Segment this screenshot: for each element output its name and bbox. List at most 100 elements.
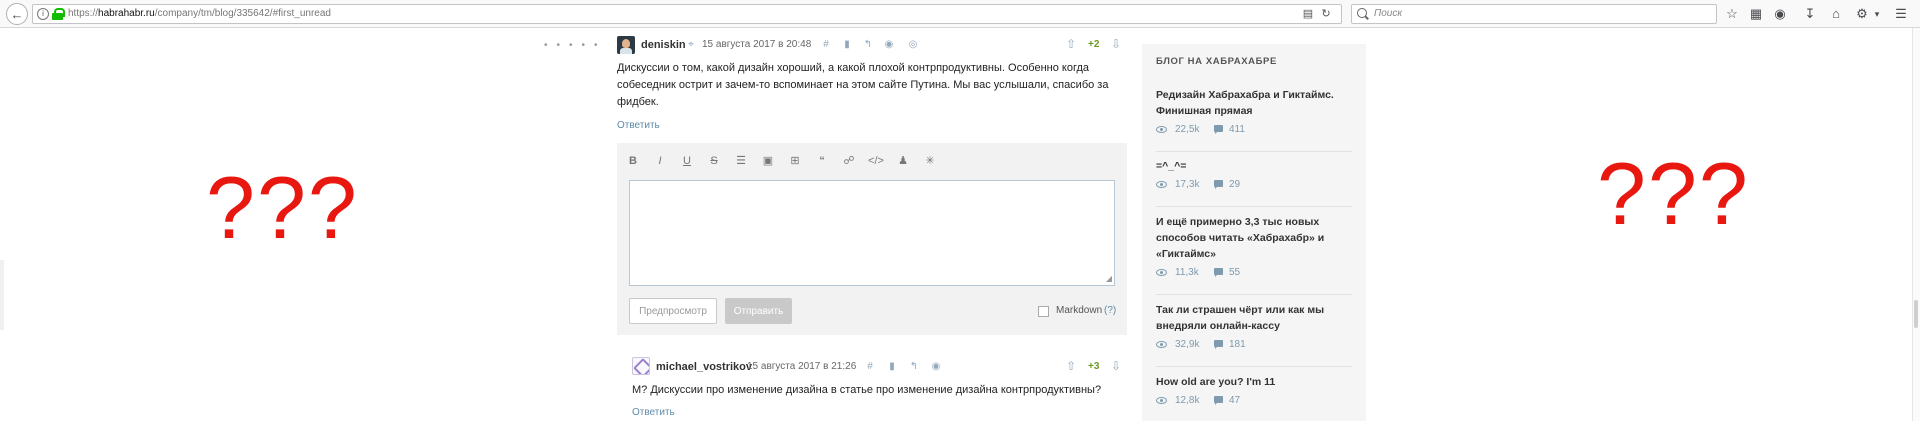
back-arrow-icon[interactable]: ← bbox=[6, 3, 28, 25]
comment-editor: B I U S ☰ ▣ ⊞ “ ☍ </> ♟ ✳ ◢ Предпросмотр… bbox=[617, 143, 1127, 335]
avatar[interactable] bbox=[617, 36, 635, 54]
underline-icon[interactable]: U bbox=[679, 153, 695, 169]
post-title-line[interactable]: способов читать «Хабрахабр» и bbox=[1156, 230, 1352, 246]
comment-text-line: Дискуссии о том, какой дизайн хороший, а… bbox=[617, 62, 1090, 74]
anchor-icon[interactable]: # bbox=[820, 39, 832, 50]
post-meta: 11,3k 55 bbox=[1156, 267, 1352, 281]
embed-icon[interactable]: ⊞ bbox=[787, 153, 803, 169]
blog-sidebar: БЛОГ НА ХАБРАХАБРЕ Редизайн Хабрахабра и… bbox=[1142, 44, 1366, 421]
reload-icon[interactable]: ↻ bbox=[1319, 7, 1333, 21]
chevron-down-icon[interactable]: ▾ bbox=[1868, 5, 1886, 23]
bold-icon[interactable]: B bbox=[625, 153, 641, 169]
post-title[interactable]: Редизайн Хабрахабра и Гиктаймс. Финишная… bbox=[1156, 87, 1352, 119]
divider bbox=[1156, 294, 1352, 295]
resize-handle-icon[interactable]: ◢ bbox=[1106, 274, 1112, 283]
comment-textarea[interactable]: ◢ bbox=[629, 180, 1115, 286]
list-icon[interactable]: ☰ bbox=[733, 153, 749, 169]
pocket-icon[interactable]: ◉ bbox=[1771, 5, 1789, 23]
spoiler-icon[interactable]: ✳ bbox=[922, 153, 938, 169]
image-icon[interactable]: ▣ bbox=[760, 153, 776, 169]
post-title[interactable]: Так ли страшен чёрт или как мы внедряли … bbox=[1156, 302, 1352, 334]
anchor-icon[interactable]: # bbox=[864, 361, 876, 372]
info-icon[interactable]: i bbox=[37, 8, 49, 20]
post-meta: 32,9k 181 bbox=[1156, 339, 1352, 353]
parent-arrow-icon[interactable]: ↰ bbox=[908, 361, 920, 372]
comment-text: М? Дискуссии про изменение дизайна в ста… bbox=[632, 384, 1102, 396]
link-icon[interactable]: ⌖ bbox=[685, 39, 697, 50]
post-title-line[interactable]: How old are you? I'm 11 bbox=[1156, 374, 1352, 390]
comments-count[interactable]: 29 bbox=[1229, 179, 1240, 190]
url-bar[interactable]: i https://habrahabr.ru/company/tm/blog/3… bbox=[32, 4, 1342, 24]
strikethrough-icon[interactable]: S bbox=[706, 153, 722, 169]
vote-up-icon[interactable]: ⇧ bbox=[1066, 37, 1076, 51]
bookmark-icon[interactable]: ▮ bbox=[886, 361, 898, 372]
post-title-line[interactable]: И ещё примерно 3,3 тыс новых bbox=[1156, 214, 1352, 230]
post-title-line[interactable]: внедряли онлайн-кассу bbox=[1156, 318, 1352, 334]
quote-icon[interactable]: “ bbox=[814, 153, 830, 169]
reader-view-icon[interactable]: ▤ bbox=[1301, 7, 1315, 21]
sidebar-post[interactable]: И ещё примерно 3,3 тыс новых способов чи… bbox=[1156, 214, 1352, 281]
bookmark-icon[interactable]: ▮ bbox=[841, 39, 853, 50]
post-title[interactable]: И ещё примерно 3,3 тыс новых способов чи… bbox=[1156, 214, 1352, 262]
post-title[interactable]: How old are you? I'm 11 bbox=[1156, 374, 1352, 390]
sidebar-post[interactable]: Так ли страшен чёрт или как мы внедряли … bbox=[1156, 302, 1352, 353]
library-icon[interactable]: ▦ bbox=[1747, 5, 1765, 23]
vote-up-icon[interactable]: ⇧ bbox=[1066, 359, 1076, 373]
post-title-line[interactable]: «Гиктаймс» bbox=[1156, 246, 1352, 262]
comment-date[interactable]: 15 августа 2017 в 21:26 bbox=[747, 361, 856, 372]
code-icon[interactable]: </> bbox=[868, 153, 884, 169]
post-title[interactable]: =^_^= bbox=[1156, 158, 1352, 174]
sidebar-post[interactable]: =^_^= 17,3k 29 bbox=[1156, 158, 1352, 193]
divider bbox=[1156, 151, 1352, 152]
down-circle-icon[interactable]: ◎ bbox=[907, 39, 919, 50]
sidebar-post[interactable]: How old are you? I'm 11 12,8k 47 bbox=[1156, 374, 1352, 409]
scrollbar[interactable] bbox=[1912, 28, 1920, 421]
home-icon[interactable]: ⌂ bbox=[1827, 5, 1845, 23]
eye-icon bbox=[1156, 341, 1167, 348]
comments-count[interactable]: 411 bbox=[1229, 124, 1245, 135]
preview-button[interactable]: Предпросмотр bbox=[629, 298, 717, 324]
comment-bubble-icon bbox=[1214, 125, 1223, 134]
reply-link[interactable]: Ответить bbox=[617, 120, 660, 131]
comment-score: +2 bbox=[1088, 39, 1100, 50]
markdown-help-link[interactable]: (?) bbox=[1104, 305, 1116, 316]
comment-date[interactable]: 15 августа 2017 в 20:48 bbox=[702, 39, 811, 50]
sidebar-post[interactable]: Редизайн Хабрахабра и Гиктаймс. Финишная… bbox=[1156, 87, 1352, 138]
bookmark-star-icon[interactable]: ☆ bbox=[1723, 5, 1741, 23]
comments-count[interactable]: 181 bbox=[1229, 339, 1246, 350]
search-icon bbox=[1357, 8, 1367, 18]
post-title-line[interactable]: Редизайн Хабрахабра и Гиктаймс. bbox=[1156, 87, 1352, 103]
track-icon[interactable]: ◉ bbox=[883, 39, 895, 50]
post-meta: 22,5k 411 bbox=[1156, 124, 1352, 138]
comment-username[interactable]: michael_vostrikov bbox=[656, 361, 752, 373]
views-count: 22,5k bbox=[1175, 124, 1200, 135]
comments-count[interactable]: 47 bbox=[1229, 395, 1240, 406]
post-title-line[interactable]: Финишная прямая bbox=[1156, 103, 1352, 119]
link-icon[interactable]: ☍ bbox=[841, 153, 857, 169]
send-button[interactable]: Отправить bbox=[725, 298, 792, 324]
markdown-checkbox[interactable] bbox=[1038, 306, 1049, 317]
search-bar[interactable]: Поиск bbox=[1351, 4, 1717, 24]
scrollbar-thumb[interactable] bbox=[1914, 300, 1918, 328]
reply-link[interactable]: Ответить bbox=[632, 407, 675, 418]
download-icon[interactable]: ↧ bbox=[1801, 5, 1819, 23]
menu-icon[interactable]: ☰ bbox=[1892, 5, 1910, 23]
left-placeholder-text: ??? bbox=[206, 158, 359, 257]
comment-username[interactable]: deniskin bbox=[641, 39, 686, 51]
comments-count[interactable]: 55 bbox=[1229, 267, 1240, 278]
parent-arrow-icon[interactable]: ↰ bbox=[862, 39, 874, 50]
track-icon[interactable]: ◉ bbox=[930, 361, 942, 372]
user-icon[interactable]: ♟ bbox=[895, 153, 911, 169]
url-text[interactable]: https://habrahabr.ru/company/tm/blog/335… bbox=[68, 8, 331, 19]
comment-text-line: фидбек. bbox=[617, 96, 659, 108]
avatar[interactable] bbox=[632, 357, 650, 375]
vote-down-icon[interactable]: ⇩ bbox=[1111, 37, 1121, 51]
comment-bubble-icon bbox=[1214, 268, 1223, 277]
post-title-line[interactable]: Так ли страшен чёрт или как мы bbox=[1156, 302, 1352, 318]
comment-bubble-icon bbox=[1214, 340, 1223, 349]
post-title-line[interactable]: =^_^= bbox=[1156, 158, 1352, 174]
comment-bubble-icon bbox=[1214, 396, 1223, 405]
vote-down-icon[interactable]: ⇩ bbox=[1111, 359, 1121, 373]
italic-icon[interactable]: I bbox=[652, 153, 668, 169]
views-count: 11,3k bbox=[1175, 267, 1199, 278]
